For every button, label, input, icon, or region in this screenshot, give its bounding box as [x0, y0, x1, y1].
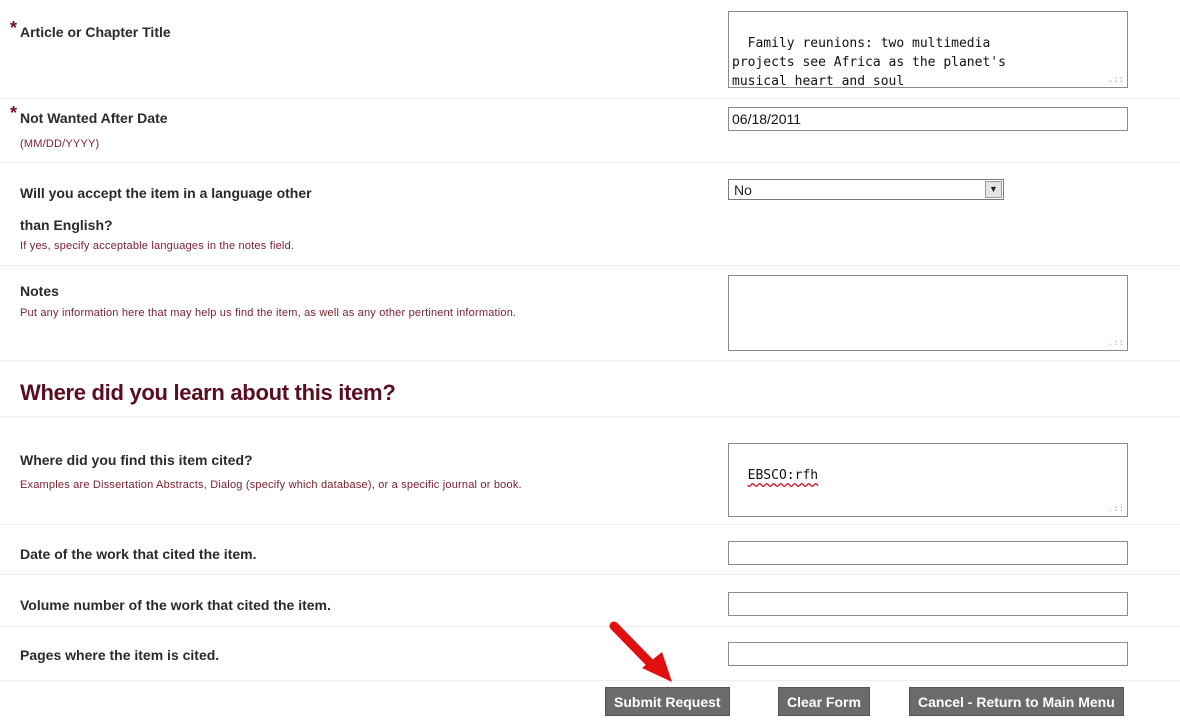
red-arrow-icon: [609, 621, 672, 682]
date-cited-label: Date of the work that cited the item.: [20, 546, 257, 562]
resize-grip-icon[interactable]: .::: [1108, 505, 1124, 514]
where-cited-label: Where did you find this item cited?: [20, 452, 253, 468]
language-label-line2: than English?: [20, 217, 113, 233]
pages-cited-field[interactable]: [728, 642, 1128, 666]
language-label-line1: Will you accept the item in a language o…: [20, 185, 312, 201]
notes-hint: Put any information here that may help u…: [20, 307, 517, 319]
clear-form-button[interactable]: Clear Form: [778, 687, 870, 716]
volume-cited-field[interactable]: [728, 592, 1128, 616]
cancel-return-button[interactable]: Cancel - Return to Main Menu: [909, 687, 1124, 716]
date-cited-field[interactable]: [728, 541, 1128, 565]
article-title-value: Family reunions: two multimedia projects…: [732, 36, 1006, 89]
date-format-hint: (MM/DD/YYYY): [20, 138, 100, 150]
notes-label: Notes: [20, 283, 59, 299]
submit-request-button[interactable]: Submit Request: [605, 687, 730, 716]
volume-cited-label: Volume number of the work that cited the…: [20, 597, 331, 613]
where-cited-value: EBSCO:rfh: [747, 468, 819, 483]
section-heading: Where did you learn about this item?: [20, 380, 396, 405]
article-title-label: Article or Chapter Title: [20, 24, 171, 40]
not-wanted-date-field[interactable]: 06/18/2011: [728, 107, 1128, 131]
resize-grip-icon[interactable]: .::: [1108, 76, 1124, 85]
language-select[interactable]: No ▼: [728, 179, 1004, 200]
not-wanted-date-label: Not Wanted After Date: [20, 110, 168, 126]
pages-cited-label: Pages where the item is cited.: [20, 647, 220, 663]
article-title-field[interactable]: Family reunions: two multimedia projects…: [728, 11, 1128, 89]
where-cited-field[interactable]: EBSCO:rfh .::: [728, 443, 1128, 517]
notes-field[interactable]: .::: [728, 275, 1128, 351]
where-cited-hint: Examples are Dissertation Abstracts, Dia…: [20, 479, 522, 491]
required-marker: *: [10, 103, 18, 123]
required-marker: *: [10, 18, 18, 38]
resize-grip-icon[interactable]: .::: [1108, 339, 1124, 348]
chevron-down-icon[interactable]: ▼: [985, 181, 1002, 198]
language-hint: If yes, specify acceptable languages in …: [20, 240, 295, 252]
language-selected-value: No: [734, 182, 752, 198]
